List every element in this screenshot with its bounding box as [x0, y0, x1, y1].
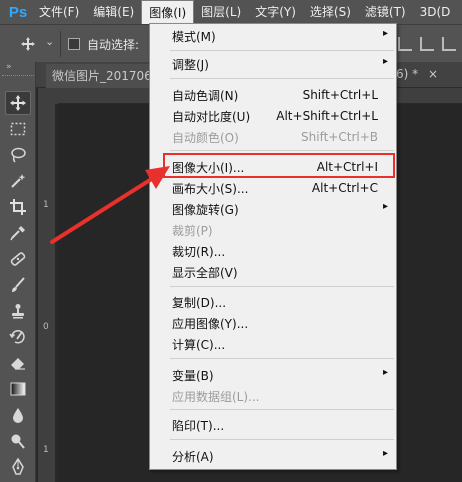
eyedropper-tool-icon[interactable] — [5, 221, 31, 245]
menu-3d[interactable]: 3D(D — [413, 0, 458, 24]
image-menu-dropdown: 模式(M) ▸ 调整(J) ▸ 自动色调(N) Shift+Ctrl+L 自动对… — [149, 23, 397, 470]
menu-item-auto-contrast[interactable]: 自动对比度(U) Alt+Shift+Ctrl+L — [150, 106, 396, 126]
menu-item-label: 复制(D)... — [172, 295, 227, 310]
menu-item-mode[interactable]: 模式(M) ▸ — [150, 26, 396, 46]
ruler-mark: 0 — [43, 322, 49, 332]
menu-item-reveal-all[interactable]: 显示全部(V) — [150, 262, 396, 282]
document-tab-suffix: 6) * — [396, 67, 419, 81]
menu-bar: Ps 文件(F) 编辑(E) 图像(I) 图层(L) 文字(Y) 选择(S) 滤… — [0, 0, 462, 24]
menu-item-label: 自动色调(N) — [172, 88, 239, 103]
pen-tool-icon[interactable] — [5, 455, 31, 479]
menu-item-shortcut: Alt+Ctrl+I — [316, 160, 378, 174]
ruler-mark: 1 — [43, 445, 49, 455]
menu-item-auto-color: 自动颜色(O) Shift+Ctrl+B — [150, 127, 396, 147]
menu-item-canvas-size[interactable]: 画布大小(S)... Alt+Ctrl+C — [150, 178, 396, 198]
menu-item-duplicate[interactable]: 复制(D)... — [150, 292, 396, 312]
blur-tool-icon[interactable] — [5, 403, 31, 427]
menu-item-trim[interactable]: 裁切(R)... — [150, 241, 396, 261]
menu-separator — [170, 358, 394, 359]
menu-item-label: 模式(M) — [172, 29, 216, 44]
menu-item-label: 陷印(T)... — [172, 418, 225, 433]
menu-item-shortcut: Alt+Shift+Ctrl+L — [276, 109, 378, 123]
auto-select-checkbox[interactable] — [68, 38, 80, 50]
crop-tool-icon[interactable] — [5, 195, 31, 219]
menu-file[interactable]: 文件(F) — [32, 0, 86, 24]
menu-item-label: 图像旋转(G) — [172, 202, 239, 217]
menu-separator — [170, 50, 394, 51]
submenu-arrow-icon: ▸ — [382, 201, 388, 212]
menu-item-crop: 裁剪(P) — [150, 220, 396, 240]
close-tab-icon[interactable]: × — [428, 67, 438, 81]
menu-item-label: 裁剪(P) — [172, 223, 213, 238]
align-left-icon[interactable] — [398, 37, 412, 51]
menu-separator — [170, 409, 394, 410]
menu-item-apply-data-set: 应用数据组(L)... — [150, 386, 396, 406]
menu-item-label: 自动颜色(O) — [172, 130, 239, 145]
submenu-arrow-icon: ▸ — [382, 367, 388, 378]
align-center-icon[interactable] — [420, 37, 434, 51]
magic-wand-tool-icon[interactable] — [5, 169, 31, 193]
menu-item-label: 计算(C)... — [172, 337, 226, 352]
move-tool-icon[interactable] — [5, 91, 31, 115]
menu-item-label: 应用数据组(L)... — [172, 389, 260, 404]
menu-item-label: 分析(A) — [172, 449, 214, 464]
menu-item-calculations[interactable]: 计算(C)... — [150, 334, 396, 354]
auto-select-label: 自动选择: — [87, 38, 140, 52]
healing-brush-tool-icon[interactable] — [5, 247, 31, 271]
tool-preset-dropdown-icon[interactable]: ⌄ — [45, 35, 54, 48]
menu-edit[interactable]: 编辑(E) — [86, 0, 141, 24]
menu-item-label: 画布大小(S)... — [172, 181, 249, 196]
clone-stamp-tool-icon[interactable] — [5, 299, 31, 323]
menu-select[interactable]: 选择(S) — [303, 0, 358, 24]
menu-item-image-size[interactable]: 图像大小(I)... Alt+Ctrl+I — [150, 157, 396, 177]
eraser-tool-icon[interactable] — [5, 351, 31, 375]
menu-item-label: 显示全部(V) — [172, 265, 238, 280]
menu-separator — [170, 286, 394, 287]
menu-item-apply-image[interactable]: 应用图像(Y)... — [150, 313, 396, 333]
dodge-tool-icon[interactable] — [5, 429, 31, 453]
marquee-tool-icon[interactable] — [5, 117, 31, 141]
toolbox-grip[interactable] — [2, 75, 34, 77]
toolbox-panel: » — [0, 62, 36, 482]
ruler-corner — [38, 88, 58, 104]
submenu-arrow-icon: ▸ — [382, 56, 388, 67]
menu-item-adjustments[interactable]: 调整(J) ▸ — [150, 54, 396, 74]
options-divider — [60, 31, 61, 57]
menu-item-trap[interactable]: 陷印(T)... — [150, 415, 396, 435]
photoshop-logo: Ps — [8, 3, 28, 21]
menu-item-auto-tone[interactable]: 自动色调(N) Shift+Ctrl+L — [150, 85, 396, 105]
menu-separator — [170, 150, 394, 151]
move-tool-icon[interactable] — [20, 36, 36, 55]
menu-item-variables[interactable]: 变量(B) ▸ — [150, 365, 396, 385]
menu-separator — [170, 78, 394, 79]
align-right-icon[interactable] — [442, 37, 456, 51]
ruler-mark: 1 — [43, 200, 49, 210]
align-buttons — [398, 37, 456, 51]
menu-filter[interactable]: 滤镜(T) — [358, 0, 413, 24]
ruler-vertical — [38, 104, 56, 482]
menu-item-shortcut: Alt+Ctrl+C — [311, 181, 378, 195]
menu-type[interactable]: 文字(Y) — [248, 0, 303, 24]
submenu-arrow-icon: ▸ — [382, 448, 388, 459]
menu-item-label: 变量(B) — [172, 368, 214, 383]
gradient-tool-icon[interactable] — [5, 377, 31, 401]
menu-item-label: 图像大小(I)... — [172, 160, 245, 175]
lasso-tool-icon[interactable] — [5, 143, 31, 167]
menu-item-image-rotation[interactable]: 图像旋转(G) ▸ — [150, 199, 396, 219]
history-brush-tool-icon[interactable] — [5, 325, 31, 349]
menu-separator — [170, 439, 394, 440]
menu-item-label: 调整(J) — [172, 57, 209, 72]
menu-item-analysis[interactable]: 分析(A) ▸ — [150, 446, 396, 466]
menu-item-shortcut: Shift+Ctrl+B — [301, 130, 378, 144]
toolbox-collapse-icon[interactable]: » — [6, 62, 11, 72]
menu-item-label: 裁切(R)... — [172, 244, 226, 259]
brush-tool-icon[interactable] — [5, 273, 31, 297]
menu-item-label: 应用图像(Y)... — [172, 316, 249, 331]
submenu-arrow-icon: ▸ — [382, 28, 388, 39]
menu-item-shortcut: Shift+Ctrl+L — [302, 88, 378, 102]
menu-layer[interactable]: 图层(L) — [194, 0, 248, 24]
menu-image[interactable]: 图像(I) — [141, 0, 195, 24]
menu-item-label: 自动对比度(U) — [172, 109, 251, 124]
